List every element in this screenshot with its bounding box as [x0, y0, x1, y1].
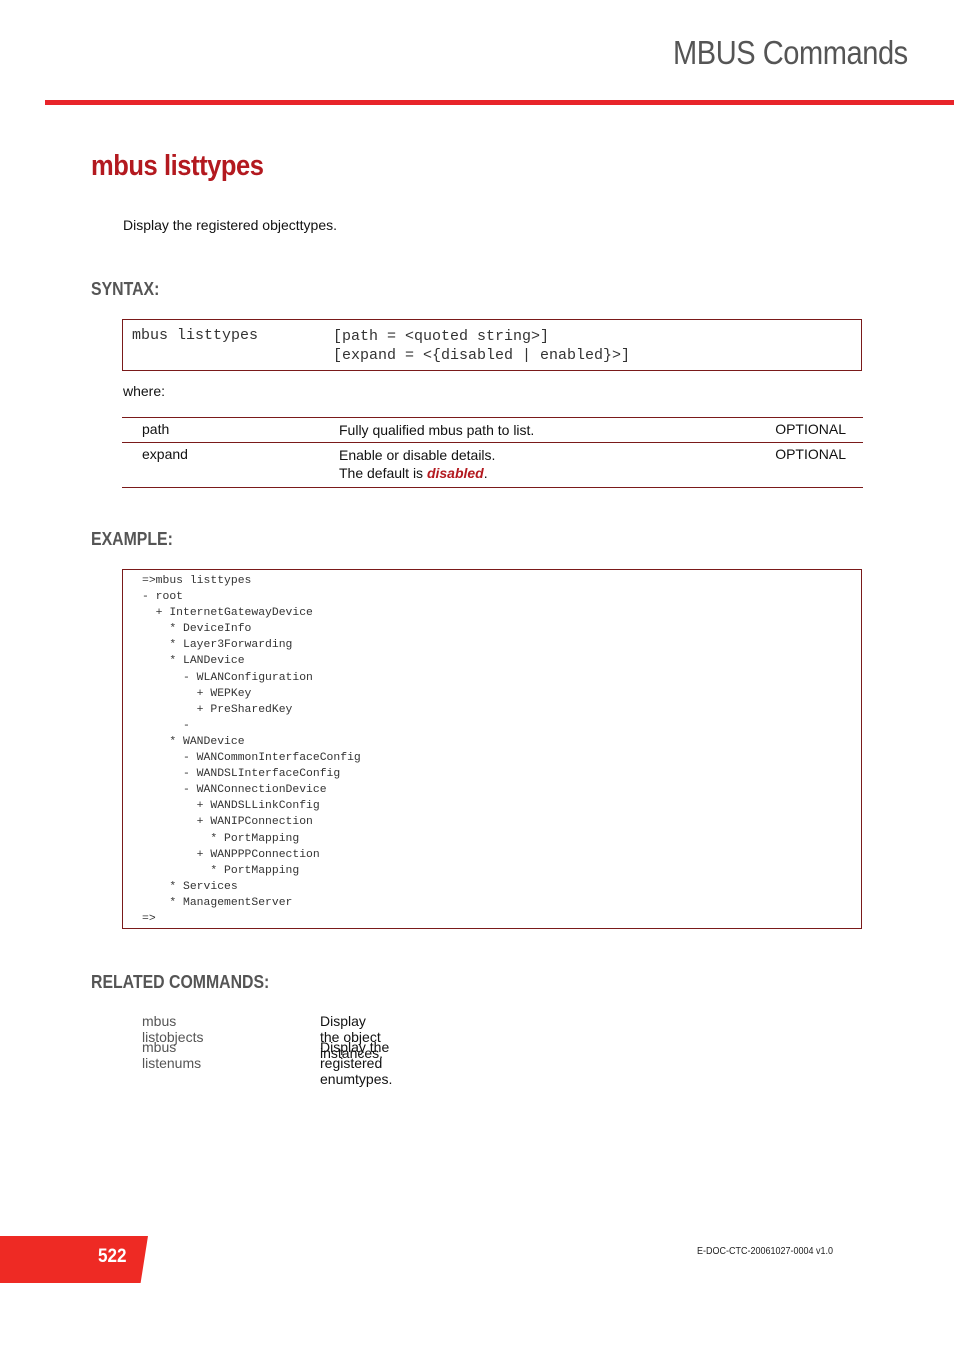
example-line: * Layer3Forwarding: [142, 639, 293, 652]
parameter-name: expand: [142, 446, 188, 462]
example-line: * PortMapping: [142, 864, 300, 877]
example-line: - WLANConfiguration: [142, 671, 313, 684]
chapter-title: MBUS Commands: [673, 34, 908, 71]
parameter-description: Enable or disable details.: [339, 447, 496, 463]
example-line: - WANCommonInterfaceConfig: [142, 752, 361, 765]
example-line: + PreSharedKey: [142, 703, 293, 716]
example-line: =>mbus listtypes: [142, 575, 252, 587]
command-description: Display the registered objecttypes.: [123, 217, 337, 233]
parameter-requirement: OPTIONAL: [775, 446, 846, 462]
parameter-name: path: [142, 421, 170, 437]
parameter-description-block: Enable or disable details. The default i…: [339, 446, 495, 482]
default-value: disabled: [426, 465, 484, 481]
example-box: =>mbus listtypes - root + InternetGateway…: [122, 569, 862, 929]
parameter-description: Fully qualified mbus path to list.: [339, 422, 535, 438]
related-command-description: Display the registered enumtypes.: [320, 1039, 393, 1087]
example-heading: EXAMPLE:: [91, 529, 173, 549]
related-command-link[interactable]: mbus listenums: [142, 1039, 201, 1071]
syntax-params: [path = <quoted string>] [expand = <{dis…: [333, 327, 630, 365]
example-line: + InternetGatewayDevice: [142, 607, 313, 620]
example-line: + WANIPConnection: [142, 816, 313, 829]
related-heading: RELATED COMMANDS:: [91, 972, 270, 992]
example-line: + WANDSLLinkConfig: [142, 800, 320, 813]
example-line: + WANPPPConnection: [142, 848, 320, 861]
page-number: 522: [98, 1246, 127, 1267]
example-line: * WANDevice: [142, 735, 245, 748]
example-line: =>: [142, 912, 156, 925]
example-line: * Services: [142, 880, 238, 893]
parameter-requirement: OPTIONAL: [775, 421, 846, 437]
parameter-row: path Fully qualified mbus path to list. …: [122, 418, 863, 442]
default-text: The default is: [339, 465, 427, 481]
header-rule: [45, 100, 954, 105]
example-line: + WEPKey: [142, 687, 252, 700]
example-line: * PortMapping: [142, 832, 300, 845]
example-line: - WANConnectionDevice: [142, 784, 327, 797]
where-label: where:: [123, 383, 166, 399]
command-title: mbus listtypes: [91, 150, 264, 182]
syntax-param: [expand = <{disabled | enabled}>]: [333, 347, 631, 364]
syntax-box: mbus listtypes [path = <quoted string>] …: [122, 319, 862, 371]
parameter-table: path Fully qualified mbus path to list. …: [122, 417, 863, 488]
example-code: =>mbus listtypes - root + InternetGateway…: [142, 573, 361, 927]
syntax-heading: SYNTAX:: [91, 279, 160, 299]
syntax-command: mbus listtypes: [132, 327, 259, 344]
default-suffix: .: [483, 465, 488, 481]
example-line: * DeviceInfo: [142, 623, 252, 636]
example-line: * LANDevice: [142, 655, 245, 668]
document-id: E-DOC-CTC-20061027-0004 v1.0: [697, 1246, 834, 1257]
parameter-row: expand Enable or disable details. The de…: [122, 442, 863, 487]
example-line: - WANDSLInterfaceConfig: [142, 768, 341, 781]
syntax-param: [path = <quoted string>]: [333, 328, 550, 345]
example-line: -: [142, 719, 190, 732]
example-line: * ManagementServer: [142, 896, 293, 909]
example-line: - root: [142, 591, 184, 604]
